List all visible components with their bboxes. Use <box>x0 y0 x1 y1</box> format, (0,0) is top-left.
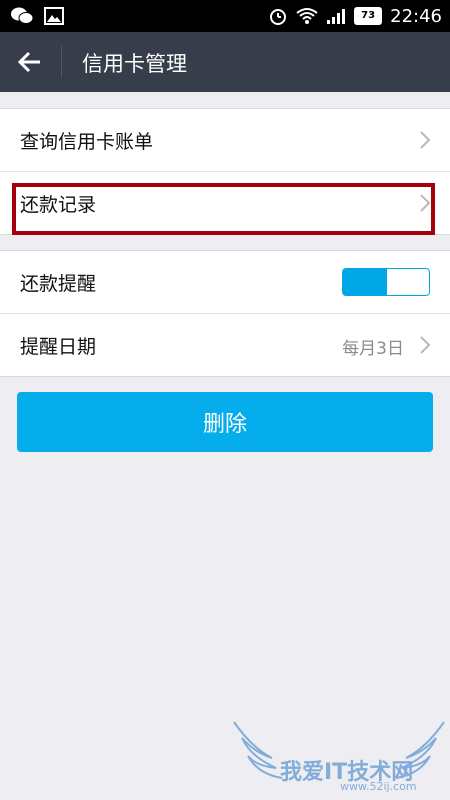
list-item-query-bill[interactable]: 查询信用卡账单 <box>0 109 450 171</box>
title-bar: 信用卡管理 <box>0 32 450 92</box>
page-title: 信用卡管理 <box>82 52 187 76</box>
list-item-reminder-date[interactable]: 提醒日期 每月3日 <box>0 313 450 376</box>
gallery-icon <box>44 7 64 25</box>
title-divider <box>61 46 62 78</box>
watermark: 我爱IT技术网 www.52ij.com <box>232 718 446 796</box>
signal-icon <box>327 9 346 24</box>
delete-button[interactable]: 删除 <box>17 392 433 452</box>
clock: 22:46 <box>390 5 442 27</box>
alarm-icon <box>270 9 287 25</box>
wechat-icon <box>11 7 34 24</box>
highlight-box <box>12 183 435 235</box>
list-item-label: 查询信用卡账单 <box>20 131 154 153</box>
list-item-repayment-reminder: 还款提醒 <box>0 251 450 313</box>
reminder-date-value: 每月3日 <box>342 339 404 359</box>
battery-icon: 73 <box>354 7 383 25</box>
status-bar: 73 22:46 <box>0 0 450 32</box>
wifi-icon <box>296 8 318 24</box>
chevron-right-icon <box>420 131 431 149</box>
back-arrow-icon[interactable] <box>14 46 46 78</box>
chevron-right-icon <box>420 336 431 354</box>
toggle-on-fill <box>343 269 387 295</box>
reminder-group: 还款提醒 提醒日期 每月3日 <box>0 250 450 377</box>
list-item-label: 还款提醒 <box>20 273 97 295</box>
reminder-toggle[interactable] <box>342 268 430 296</box>
watermark-url: www.52ij.com <box>340 780 417 793</box>
list-item-label: 提醒日期 <box>20 336 97 358</box>
